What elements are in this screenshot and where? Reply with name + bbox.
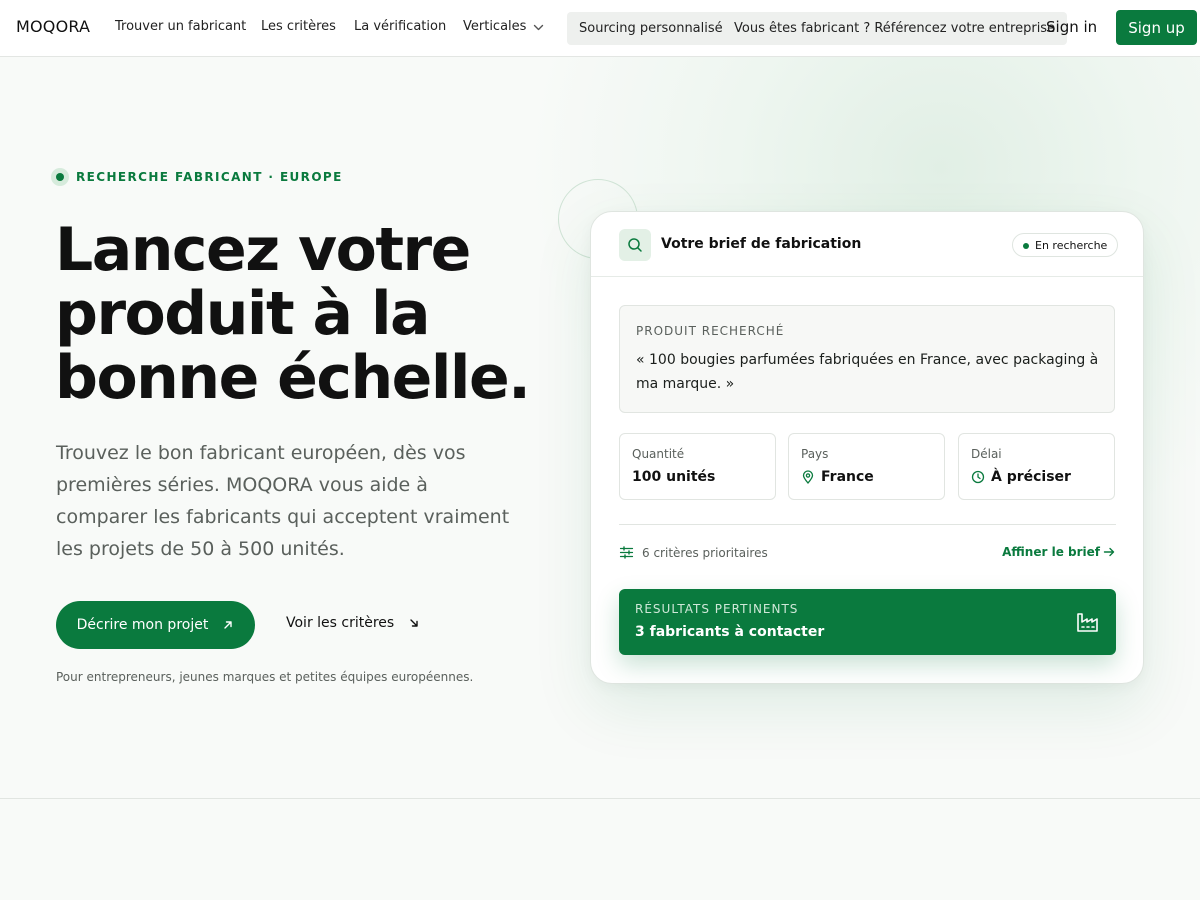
status-badge: En recherche (1012, 233, 1119, 257)
product-box: PRODUIT RECHERCHÉ « 100 bougies parfumée… (619, 305, 1115, 413)
eyebrow-dot-icon (51, 168, 69, 186)
manufacturer-signup-button[interactable]: Vous êtes fabricant ? Référencez votre e… (722, 12, 1068, 45)
describe-project-button[interactable]: Décrire mon projet (56, 601, 255, 649)
stat-country: Pays France (788, 433, 945, 500)
sign-up-button[interactable]: Sign up (1116, 10, 1197, 45)
stat-value-text: À préciser (991, 469, 1071, 485)
nav-link-verification[interactable]: La vérification (354, 19, 446, 34)
audience-note: Pour entrepreneurs, jeunes marques et pe… (56, 670, 474, 684)
refine-brief-link[interactable]: Affiner le brief (1002, 545, 1115, 559)
sliders-icon (619, 546, 634, 559)
see-criteria-label: Voir les critères (286, 615, 395, 631)
stat-value-text: 100 unités (632, 469, 716, 485)
clock-icon (971, 470, 985, 484)
divider (619, 524, 1116, 525)
map-pin-icon (802, 470, 814, 484)
stat-label: Quantité (632, 447, 685, 461)
criteria-label: 6 critères prioritaires (642, 545, 768, 560)
hero-title: Lancez votre produit à la bonne échelle. (55, 215, 531, 413)
stat-label: Pays (801, 447, 829, 461)
criteria-count: 6 critères prioritaires (619, 545, 768, 560)
card-header: Votre brief de fabrication En recherche (591, 212, 1143, 277)
product-description: « 100 bougies parfumées fabriquées en Fr… (636, 352, 1099, 392)
eyebrow-label: RECHERCHE FABRICANT · EUROPE (76, 170, 343, 184)
stat-value: À préciser (971, 469, 1071, 485)
eyebrow: RECHERCHE FABRICANT · EUROPE (51, 168, 343, 186)
search-icon (619, 229, 651, 261)
arrow-up-right-icon (224, 621, 233, 629)
results-label: RÉSULTATS PERTINENTS (635, 602, 799, 616)
section-divider (0, 798, 1200, 799)
card-title: Votre brief de fabrication (661, 236, 862, 252)
sourcing-button[interactable]: Sourcing personnalisé (567, 12, 735, 45)
describe-project-label: Décrire mon projet (76, 617, 209, 633)
see-criteria-link[interactable]: Voir les critères (286, 615, 420, 631)
arrow-down-right-icon (410, 619, 418, 627)
factory-icon (1077, 613, 1098, 632)
sign-in-link[interactable]: Sign in (1046, 18, 1097, 36)
stat-value: France (801, 469, 874, 485)
nav-link-find-manufacturer[interactable]: Trouver un fabricant (115, 19, 246, 34)
top-nav: MOQORA Trouver un fabricant Les critères… (0, 0, 1200, 57)
stat-value-text: France (821, 469, 874, 485)
hero-lead: Trouvez le bon fabricant européen, dès v… (56, 442, 510, 560)
chevron-down-icon[interactable] (532, 21, 545, 34)
results-banner[interactable]: RÉSULTATS PERTINENTS 3 fabricants à cont… (619, 589, 1116, 655)
brief-card: Votre brief de fabrication En recherche … (590, 211, 1144, 684)
arrow-right-icon (1103, 547, 1115, 557)
nav-link-verticals[interactable]: Verticales (463, 19, 526, 34)
logo[interactable]: MOQORA (16, 17, 90, 36)
product-label: PRODUIT RECHERCHÉ (636, 324, 785, 338)
stat-value: 100 unités (632, 469, 715, 485)
results-value: 3 fabricants à contacter (635, 624, 825, 640)
stat-label: Délai (971, 447, 1002, 461)
stat-quantity: Quantité 100 unités (619, 433, 776, 500)
nav-link-criteria[interactable]: Les critères (261, 19, 336, 34)
refine-label: Affiner le brief (1002, 545, 1100, 559)
stat-delay: Délai À préciser (958, 433, 1115, 500)
